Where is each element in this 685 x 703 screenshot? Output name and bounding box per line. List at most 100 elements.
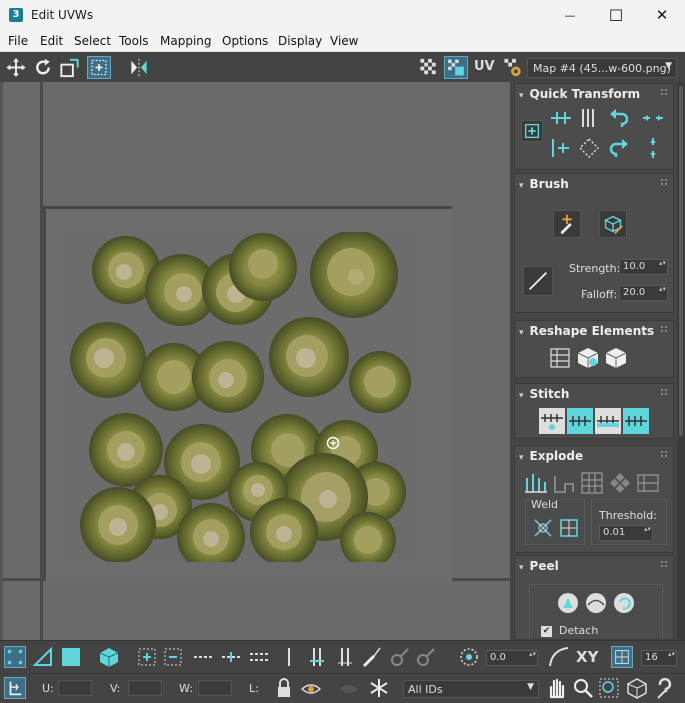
grow-selection-icon[interactable] <box>136 646 158 668</box>
menu-tools[interactable]: Tools <box>119 34 149 48</box>
rotate-icon[interactable] <box>31 56 55 79</box>
v-field[interactable] <box>128 680 162 696</box>
ring-shrink-icon[interactable] <box>334 646 356 668</box>
explode-checker-icon[interactable] <box>607 470 633 496</box>
menu-options[interactable]: Options <box>222 34 268 48</box>
rollout-title[interactable]: Stitch <box>519 387 570 401</box>
mirror-icon[interactable] <box>127 56 151 79</box>
pan-icon[interactable] <box>545 677 567 699</box>
maximize-button[interactable]: ☐ <box>593 0 639 30</box>
move-icon[interactable] <box>4 56 28 79</box>
weld-all-icon[interactable] <box>557 516 581 540</box>
shrink-selection-icon[interactable] <box>162 646 184 668</box>
soft-selection-spinner[interactable]: 0.0 <box>486 650 538 666</box>
zoom-region-icon[interactable] <box>598 677 620 699</box>
brush-falloff-icon[interactable] <box>523 266 553 296</box>
threshold-spinner[interactable]: 0.01 <box>599 525 653 541</box>
scale-icon[interactable] <box>58 56 82 79</box>
strength-spinner[interactable]: 10.0 <box>619 259 668 275</box>
rollout-title[interactable]: Explode <box>519 449 584 463</box>
menu-select[interactable]: Select <box>74 34 111 48</box>
explode-grid-icon[interactable] <box>579 470 605 496</box>
map-icon[interactable] <box>444 56 468 79</box>
rotate-ccw-icon[interactable] <box>607 106 631 130</box>
face-select-icon[interactable] <box>60 646 82 668</box>
space-vertical-icon[interactable] <box>641 136 665 160</box>
uv-icon[interactable]: UV <box>474 59 495 74</box>
break-icon[interactable] <box>523 470 549 496</box>
space-horizontal-icon[interactable] <box>641 106 665 130</box>
stitch-to-target-icon[interactable] <box>567 408 593 434</box>
rotate-cw-icon[interactable] <box>607 136 631 160</box>
ring-grow-icon[interactable] <box>306 646 328 668</box>
weld-selected-icon[interactable] <box>531 516 555 540</box>
rollout-title[interactable]: Quick Transform <box>519 87 641 101</box>
paint-grow-icon[interactable] <box>388 646 410 668</box>
help-icon[interactable] <box>654 677 676 699</box>
peel-reset-icon[interactable] <box>611 590 637 616</box>
strength-label: Strength: <box>569 262 621 275</box>
explode-by-angle-icon[interactable] <box>551 470 577 496</box>
snap-grid-icon[interactable] <box>611 646 633 668</box>
peel-mode-icon[interactable] <box>555 590 581 616</box>
grid-spinner[interactable]: 16 <box>641 650 677 666</box>
map-selector[interactable]: Map #4 (45...w-600.png) ▼ <box>527 58 677 78</box>
edge-select-icon[interactable] <box>32 646 54 668</box>
quick-peel-icon[interactable] <box>583 590 609 616</box>
align-to-edge-icon[interactable] <box>549 136 573 160</box>
relax-brush-icon[interactable] <box>599 210 627 238</box>
paint-shrink-icon[interactable] <box>414 646 436 668</box>
paint-select-icon[interactable] <box>360 646 382 668</box>
stitch-to-source-icon[interactable] <box>623 408 649 434</box>
hide-icon[interactable] <box>300 677 322 699</box>
panel-scroll-thumb[interactable] <box>679 86 683 436</box>
align-horizontal-icon[interactable] <box>549 106 573 130</box>
zoom-extents-icon[interactable] <box>626 677 648 699</box>
lock-icon[interactable] <box>273 677 295 699</box>
close-button[interactable]: ✕ <box>639 0 685 30</box>
minimize-button[interactable]: — <box>547 0 593 30</box>
material-id-select[interactable]: All IDs ▼ <box>403 680 539 698</box>
u-label: U: <box>42 682 54 695</box>
uv-viewport[interactable] <box>0 82 510 640</box>
loop-shrink-icon[interactable] <box>248 646 270 668</box>
checker-icon[interactable] <box>417 56 441 79</box>
vertex-select-icon[interactable] <box>4 646 26 668</box>
zoom-icon[interactable] <box>572 677 594 699</box>
relax-icon[interactable] <box>575 345 601 371</box>
chevron-down-icon: ▼ <box>665 61 672 71</box>
relax-settings-icon[interactable] <box>603 345 629 371</box>
rollout-title[interactable]: Reshape Elements <box>519 324 655 338</box>
center-pivot-icon[interactable] <box>521 120 543 142</box>
menu-file[interactable]: File <box>8 34 28 48</box>
soft-selection-icon[interactable] <box>458 646 480 668</box>
menu-view[interactable]: View <box>330 34 358 48</box>
menu-mapping[interactable]: Mapping <box>160 34 212 48</box>
straighten-icon[interactable] <box>547 345 573 371</box>
element-select-icon[interactable] <box>98 646 120 668</box>
freeform-icon[interactable] <box>87 56 111 79</box>
paint-move-icon[interactable] <box>553 210 581 238</box>
stitch-custom-icon[interactable] <box>539 408 565 434</box>
absolute-offset-icon[interactable] <box>4 677 26 699</box>
xy-space-toggle[interactable]: XY <box>576 648 598 666</box>
freeze-icon[interactable] <box>368 677 390 699</box>
w-field[interactable] <box>198 680 232 696</box>
align-vertical-icon[interactable] <box>577 106 601 130</box>
explode-flatten-icon[interactable] <box>635 470 661 496</box>
stitch-average-icon[interactable] <box>595 408 621 434</box>
menu-display[interactable]: Display <box>278 34 322 48</box>
unhide-icon[interactable] <box>338 677 360 699</box>
ring-icon[interactable] <box>278 646 300 668</box>
falloff-curve-icon[interactable] <box>548 646 570 668</box>
menu-edit[interactable]: Edit <box>40 34 63 48</box>
loop-icon[interactable] <box>192 646 214 668</box>
falloff-spinner[interactable]: 20.0 <box>619 285 668 301</box>
rollout-title[interactable]: Peel <box>519 559 559 573</box>
loop-grow-icon[interactable] <box>220 646 242 668</box>
detach-checkbox[interactable]: ✔ <box>541 626 552 637</box>
rollout-title[interactable]: Brush <box>519 177 569 191</box>
u-field[interactable] <box>58 680 92 696</box>
linear-align-icon[interactable] <box>577 136 601 160</box>
map-settings-icon[interactable] <box>501 56 525 79</box>
